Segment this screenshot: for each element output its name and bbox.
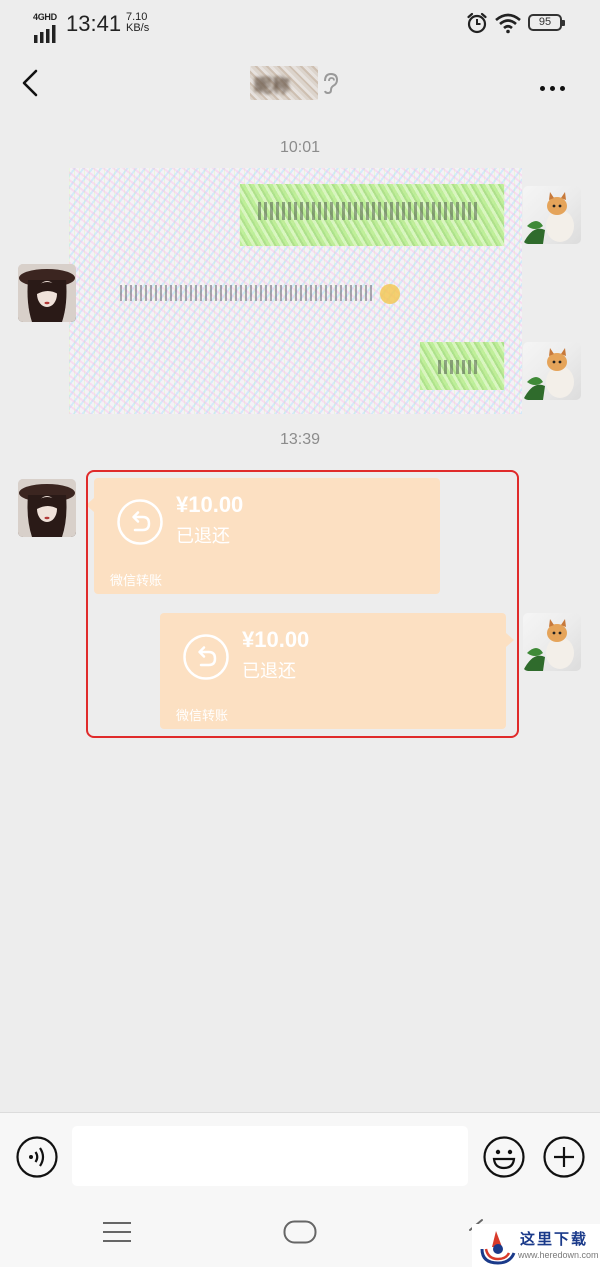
cat-avatar-icon (523, 348, 574, 400)
blurred-sent-bubble (240, 184, 504, 246)
plus-icon[interactable] (543, 1136, 585, 1178)
battery-level: 95 (538, 16, 552, 28)
message-input[interactable] (72, 1126, 468, 1186)
status-time: 13:41 (66, 11, 122, 36)
avatar-contact[interactable] (18, 479, 76, 537)
watermark-url: www.heredown.com (518, 1250, 599, 1260)
signal-icon (34, 25, 56, 43)
cat-avatar-icon (523, 192, 574, 244)
timestamp: 13:39 (279, 431, 321, 448)
watermark-text: 这里下载 (520, 1230, 589, 1248)
blurred-sent-bubble-small (420, 342, 504, 390)
girl-avatar-icon (18, 264, 76, 322)
site-watermark: 这里下载 www.heredown.com (472, 1224, 600, 1267)
watermark-logo-icon (480, 1231, 516, 1265)
timestamp: 10:01 (279, 139, 321, 156)
chat-title-area[interactable]: 昵称 (250, 66, 340, 100)
avatar-contact[interactable] (18, 264, 76, 322)
annotation-highlight-box (86, 470, 519, 738)
ear-icon (324, 72, 339, 95)
avatar-self[interactable] (523, 186, 581, 244)
more-dots-icon[interactable] (540, 78, 570, 96)
avatar-self[interactable] (523, 342, 581, 400)
chat-header: 昵称 (0, 48, 600, 118)
emoji-icon[interactable] (483, 1136, 525, 1178)
network-speed: 7.10 KB/s (126, 12, 149, 34)
alarm-icon (467, 12, 487, 34)
status-bar: 4GHD 13:41 7.10 KB/s 95 (0, 0, 600, 48)
speed-unit: KB/s (126, 22, 150, 34)
home-icon[interactable] (283, 1220, 317, 1244)
battery-icon: 95 (528, 14, 565, 31)
emoji-icon-blurred (380, 284, 400, 304)
blurred-received-text (120, 285, 375, 301)
menu-icon[interactable] (101, 1220, 133, 1244)
network-type: 4GHD (33, 12, 57, 22)
cat-avatar-icon (523, 619, 574, 671)
input-bar (0, 1112, 600, 1201)
chevron-left-icon[interactable] (18, 68, 46, 98)
girl-avatar-icon (18, 479, 76, 537)
chat-title: 昵称 (254, 76, 290, 96)
wifi-icon (495, 13, 521, 34)
avatar-self[interactable] (523, 613, 581, 671)
voice-icon[interactable] (16, 1136, 58, 1178)
